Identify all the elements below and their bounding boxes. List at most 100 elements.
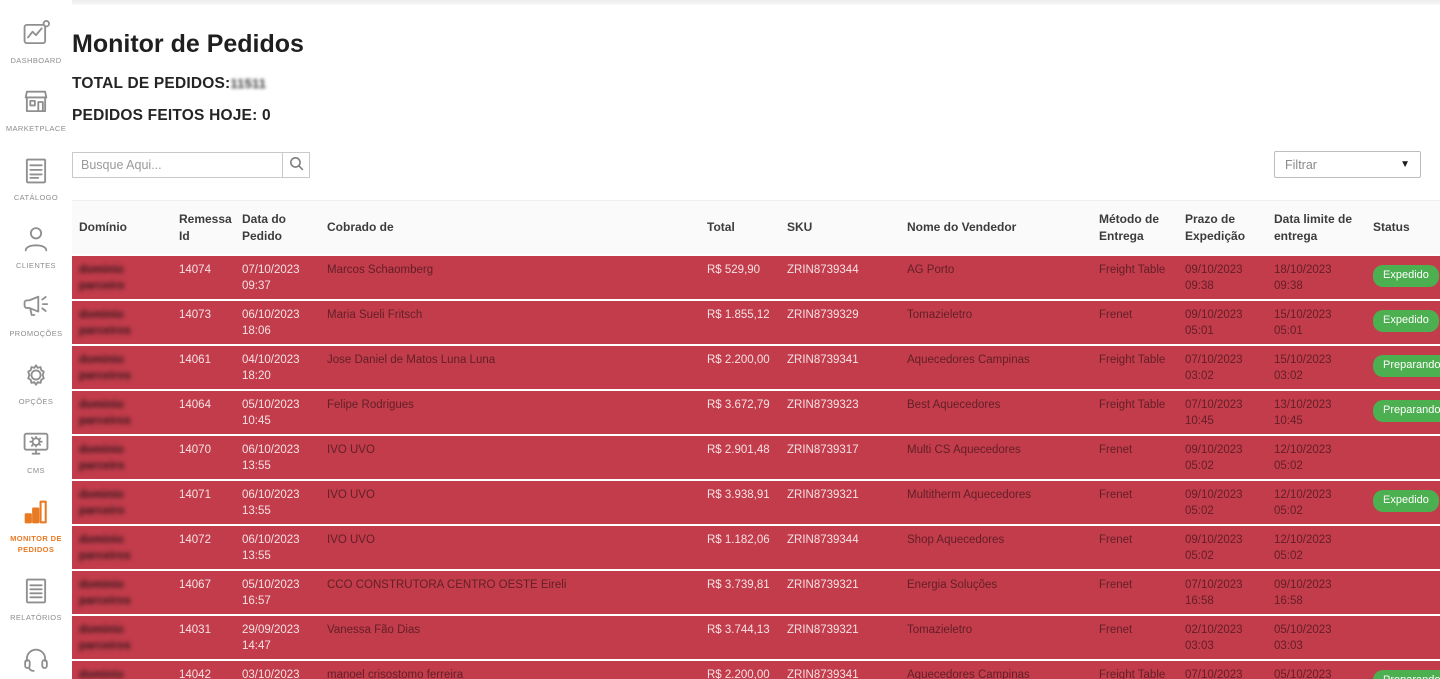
cell-vendedor: Aquecedores Campinas (907, 354, 1030, 366)
dashboard-icon (20, 18, 52, 50)
cell-status: Preparando (1366, 661, 1440, 679)
sidebar-item-opcoes[interactable]: OPÇÕES (0, 359, 72, 407)
table-body: dominio parceiro 14074 07/10/2023 09:37 Marc… (72, 254, 1440, 679)
cell-remessa_id: 14072 (179, 534, 211, 546)
redacted-domain-text: dominio parceiro (79, 669, 124, 679)
cell-prazo: 09/10/2023 05:01 (1185, 309, 1243, 337)
orders-table: Domínio Remessa Id Data do Pedido Cobrado d… (72, 200, 1440, 679)
sidebar-item-suporte[interactable]: SUPORTE (0, 644, 72, 679)
table-row[interactable]: dominio parceiros 14064 05/10/2023 10:45 Fel… (72, 389, 1440, 434)
megaphone-icon (20, 291, 52, 323)
cell-status: Preparando (1366, 391, 1440, 426)
table-row[interactable]: dominio parceiros 14067 05/10/2023 16:57 CCO… (72, 569, 1440, 614)
total-orders-stat: TOTAL DE PEDIDOS:11511 (72, 75, 1440, 93)
filter-dropdown[interactable]: Filtrar ▼ (1274, 151, 1421, 178)
report-document-icon (20, 575, 52, 607)
redacted-domain-text: dominio parceiro (79, 264, 125, 292)
cell-limite: 15/10/2023 05:01 (1274, 309, 1332, 337)
table-row[interactable]: dominio parceiro 14042 03/10/2023 manoel cr… (72, 659, 1440, 679)
cell-data_pedido: 05/10/2023 16:57 (242, 579, 300, 607)
table-row[interactable]: dominio parceiros 14031 29/09/2023 14:47 Van… (72, 614, 1440, 659)
table-row[interactable]: dominio parceiros 14061 04/10/2023 18:20 Jos… (72, 344, 1440, 389)
cell-domain-redacted: dominio parceiro (72, 481, 172, 523)
cell-sku: ZRIN8739323 (787, 399, 859, 411)
cell-limite: 05/10/2023 03:03 (1274, 624, 1332, 652)
chevron-down-icon: ▼ (1400, 159, 1410, 170)
status-badge: Expedido (1373, 310, 1439, 332)
status-badge: Expedido (1373, 265, 1439, 287)
search-input[interactable] (72, 151, 283, 178)
cell-sku: ZRIN8739321 (787, 579, 859, 591)
filter-dropdown-label: Filtrar (1285, 157, 1317, 172)
cell-total: R$ 1.182,06 (707, 534, 770, 546)
column-header: Nome do Vendedor (907, 220, 1017, 235)
cell-cobrado_de: IVO UVO (327, 489, 375, 501)
total-orders-value-redacted: 11511 (230, 76, 267, 91)
table-row[interactable]: dominio parceiro 14070 06/10/2023 13:55 IVO … (72, 434, 1440, 479)
cell-metodo: Frenet (1099, 579, 1133, 591)
cell-prazo: 07/10/2023 03:02 (1185, 354, 1243, 382)
column-header: SKU (787, 220, 813, 235)
sidebar-item-label: DASHBOARD (10, 56, 62, 65)
cell-data_pedido: 29/09/2023 14:47 (242, 624, 300, 652)
cell-cobrado_de: manoel crisostomo ferreira (327, 669, 464, 679)
cell-cobrado_de: IVO UVO (327, 534, 375, 546)
sidebar-item-catalogo[interactable]: CATÁLOGO (0, 155, 72, 203)
sidebar-item-marketplace[interactable]: MARKETPLACE (0, 86, 72, 134)
sidebar-item-clientes[interactable]: CLIENTES (0, 223, 72, 271)
person-icon (20, 223, 52, 255)
storefront-icon (20, 86, 52, 118)
cell-sku: ZRIN8739341 (787, 354, 859, 366)
cell-limite: 13/10/2023 10:45 (1274, 399, 1332, 427)
cell-metodo: Freight Table (1099, 264, 1166, 276)
cell-limite: 12/10/2023 05:02 (1274, 489, 1332, 517)
sidebar-item-dashboard[interactable]: DASHBOARD (0, 18, 72, 66)
cell-prazo: 09/10/2023 09:38 (1185, 264, 1243, 292)
cell-metodo: Frenet (1099, 444, 1133, 456)
cell-data_pedido: 06/10/2023 18:06 (242, 309, 300, 337)
app-window: DASHBOARD MARKETPLACE CATÁLOGO CLIENTES PROM… (0, 0, 1440, 679)
column-header: Domínio (79, 220, 127, 235)
sidebar-item-promocoes[interactable]: PROMOÇÕES (0, 291, 72, 339)
cell-data_pedido: 03/10/2023 (242, 669, 300, 679)
monitor-gear-icon (20, 428, 52, 460)
cell-prazo: 07/10/2023 16:58 (1185, 579, 1243, 607)
sidebar-item-label: CATÁLOGO (13, 192, 59, 202)
sidebar-item-cms[interactable]: CMS (0, 428, 72, 476)
cell-vendedor: Aquecedores Campinas (907, 669, 1030, 679)
cell-data_pedido: 06/10/2023 13:55 (242, 444, 300, 472)
table-row[interactable]: dominio parceiros 14073 06/10/2023 18:06 Mar… (72, 299, 1440, 344)
cell-vendedor: Tomazieletro (907, 624, 973, 636)
cell-limite: 12/10/2023 05:02 (1274, 444, 1332, 472)
cell-data_pedido: 06/10/2023 13:55 (242, 489, 300, 517)
cell-sku: ZRIN8739321 (787, 624, 859, 636)
search-button[interactable] (283, 151, 310, 178)
cell-total: R$ 2.901,48 (707, 444, 770, 456)
table-row[interactable]: dominio parceiro 14071 06/10/2023 13:55 IVO … (72, 479, 1440, 524)
cell-limite: 09/10/2023 16:58 (1274, 579, 1332, 607)
redacted-domain-text: dominio parceiros (79, 354, 131, 382)
cell-total: R$ 3.672,79 (707, 399, 770, 411)
status-badge: Preparando (1373, 400, 1440, 422)
cell-limite: 15/10/2023 03:02 (1274, 354, 1332, 382)
redacted-domain-text: dominio parceiros (79, 579, 131, 607)
redacted-domain-text: dominio parceiros (79, 534, 131, 562)
cell-remessa_id: 14031 (179, 624, 211, 636)
cell-remessa_id: 14070 (179, 444, 211, 456)
cell-remessa_id: 14074 (179, 264, 211, 276)
sidebar-item-label: OPÇÕES (18, 397, 54, 407)
column-header: Total (707, 220, 735, 235)
gear-icon (20, 359, 52, 391)
table-row[interactable]: dominio parceiro 14074 07/10/2023 09:37 Marc… (72, 254, 1440, 299)
sidebar-item-relatorios[interactable]: RELATÓRIOS (0, 575, 72, 623)
table-row[interactable]: dominio parceiros 14072 06/10/2023 13:55 IVO… (72, 524, 1440, 569)
cell-remessa_id: 14067 (179, 579, 211, 591)
status-badge: Preparando (1373, 355, 1440, 377)
cell-remessa_id: 14073 (179, 309, 211, 321)
cell-domain-redacted: dominio parceiro (72, 436, 172, 478)
cell-total: R$ 1.855,12 (707, 309, 770, 321)
sidebar-item-monitor-de-pedidos[interactable]: MONITOR DE PEDIDOS (0, 496, 72, 556)
redacted-domain-text: dominio parceiros (79, 399, 131, 427)
cell-domain-redacted: dominio parceiro (72, 661, 172, 679)
headset-icon (20, 644, 52, 676)
